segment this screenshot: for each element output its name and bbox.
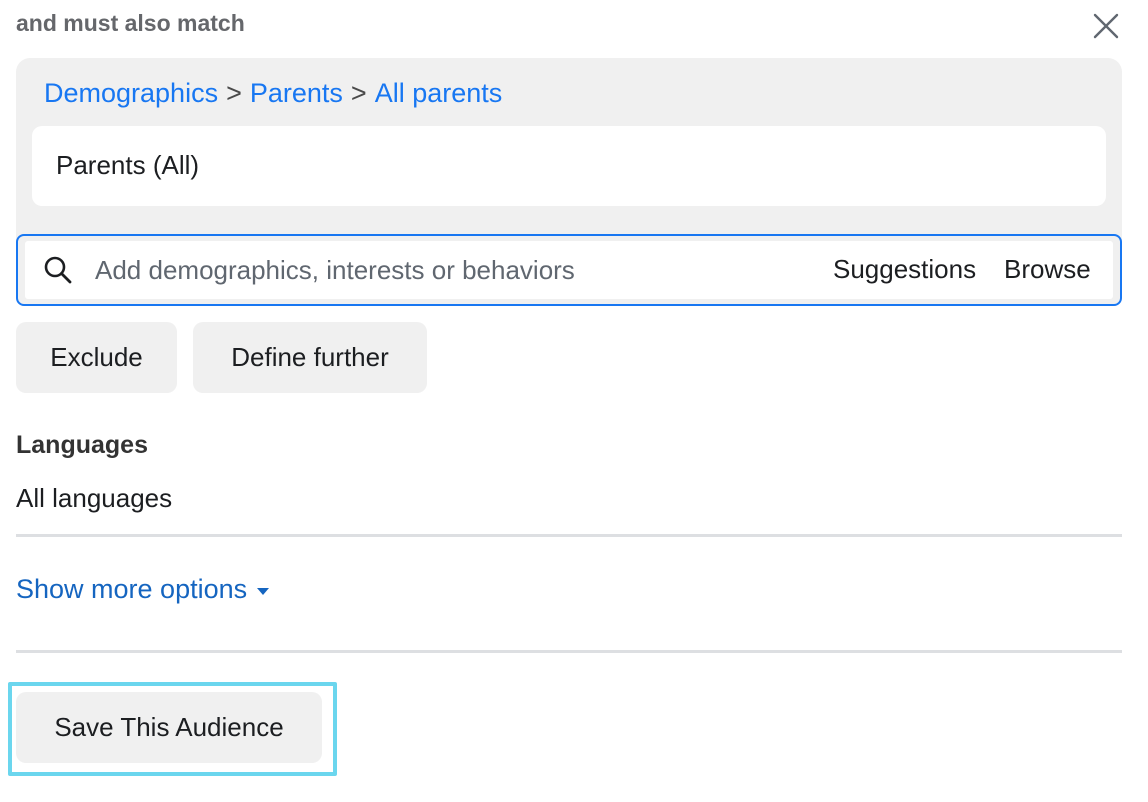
save-audience-button[interactable]: Save This Audience xyxy=(16,692,322,763)
selected-targeting-item[interactable]: Parents (All) xyxy=(56,150,199,181)
show-more-options-label: Show more options xyxy=(16,574,248,604)
breadcrumb: Demographics > Parents > All parents xyxy=(44,78,502,109)
close-icon[interactable] xyxy=(1093,13,1119,39)
targeting-search-box[interactable]: Suggestions Browse xyxy=(16,234,1122,306)
suggestions-link[interactable]: Suggestions xyxy=(833,254,976,285)
section-heading: and must also match xyxy=(16,10,245,36)
targeting-search-input[interactable] xyxy=(95,249,795,291)
breadcrumb-separator: > xyxy=(350,78,367,108)
breadcrumb-parents[interactable]: Parents xyxy=(250,78,343,108)
detailed-targeting-panel: Demographics > Parents > All parents Parents… xyxy=(16,58,1122,306)
divider xyxy=(16,650,1122,653)
targeting-search-inner: Suggestions Browse xyxy=(25,241,1113,299)
breadcrumb-all-parents[interactable]: All parents xyxy=(375,78,503,108)
exclude-button-label: Exclude xyxy=(50,342,143,372)
browse-link[interactable]: Browse xyxy=(1004,254,1091,285)
languages-value[interactable]: All languages xyxy=(16,483,172,514)
breadcrumb-separator: > xyxy=(226,78,242,108)
show-more-options-link[interactable]: Show more options xyxy=(16,574,270,605)
define-further-button-label: Define further xyxy=(231,342,389,372)
breadcrumb-demographics[interactable]: Demographics xyxy=(44,78,218,108)
close-button[interactable] xyxy=(1088,8,1124,44)
selected-targeting-list: Parents (All) xyxy=(32,126,1106,206)
caret-down-icon xyxy=(257,587,270,595)
define-further-button[interactable]: Define further xyxy=(193,322,427,393)
divider xyxy=(16,534,1122,537)
languages-heading: Languages xyxy=(16,431,148,459)
save-audience-button-label: Save This Audience xyxy=(54,712,284,742)
search-icon xyxy=(44,256,72,284)
exclude-button[interactable]: Exclude xyxy=(16,322,177,393)
